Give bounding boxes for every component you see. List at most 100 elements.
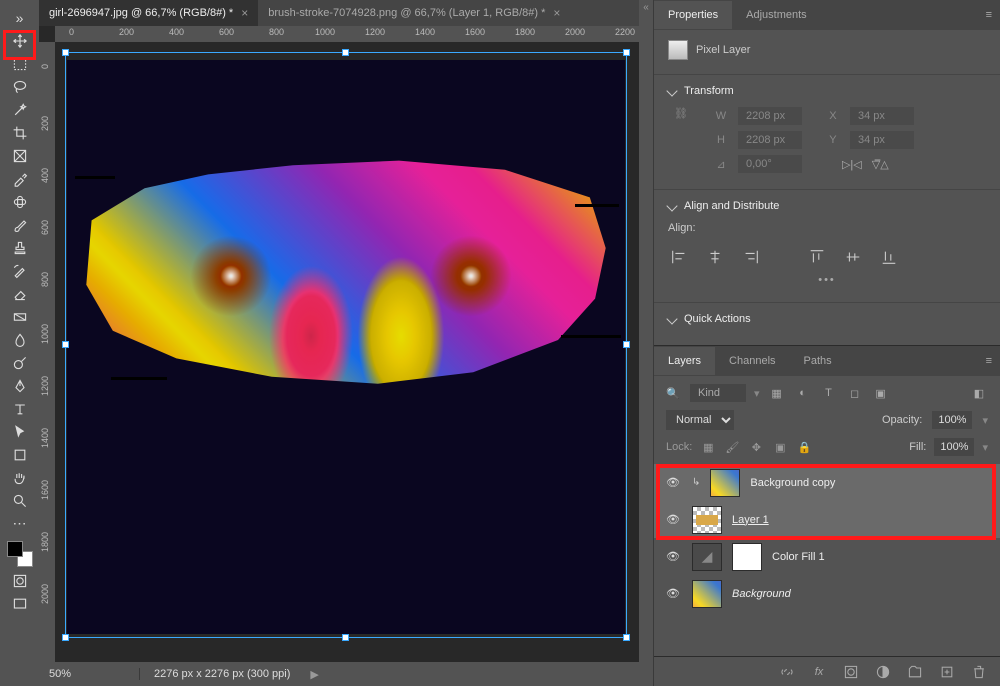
- width-value[interactable]: 2208 px: [738, 107, 802, 125]
- filter-smart-icon[interactable]: ▣: [872, 384, 890, 402]
- section-header[interactable]: Transform: [668, 85, 986, 97]
- section-header[interactable]: Align and Distribute: [668, 200, 986, 212]
- align-vcenter-icon[interactable]: [842, 246, 864, 268]
- dodge-tool[interactable]: [5, 351, 35, 374]
- filter-toggle[interactable]: ◧: [970, 384, 988, 402]
- layer-name[interactable]: Layer 1: [732, 514, 769, 526]
- align-hcenter-icon[interactable]: [704, 246, 726, 268]
- adjustment-icon[interactable]: [874, 663, 892, 681]
- blur-tool[interactable]: [5, 328, 35, 351]
- layer-row[interactable]: 👁 Background: [654, 575, 1000, 612]
- wand-tool[interactable]: [5, 98, 35, 121]
- transform-handle[interactable]: [62, 634, 69, 641]
- layer-row[interactable]: 👁 Layer 1: [654, 501, 1000, 538]
- tab-paths[interactable]: Paths: [790, 347, 846, 375]
- document-tab-active[interactable]: girl-2696947.jpg @ 66,7% (RGB/8#) * ×: [39, 0, 258, 26]
- trash-icon[interactable]: [970, 663, 988, 681]
- hand-tool[interactable]: [5, 466, 35, 489]
- type-tool[interactable]: [5, 397, 35, 420]
- blend-mode-select[interactable]: Normal: [666, 410, 734, 430]
- visibility-icon[interactable]: 👁: [666, 476, 682, 489]
- lock-artboard-icon[interactable]: ▣: [772, 439, 788, 455]
- lock-paint-icon[interactable]: 🖌: [724, 439, 740, 455]
- collapse-icon[interactable]: «: [639, 0, 653, 13]
- filter-shape-icon[interactable]: ◻: [846, 384, 864, 402]
- foreground-background-colors[interactable]: [5, 539, 35, 569]
- filter-adjust-icon[interactable]: ◐: [794, 384, 812, 402]
- link-icon[interactable]: ⛓: [668, 107, 694, 120]
- zoom-tool[interactable]: [5, 489, 35, 512]
- filter-kind[interactable]: Kind: [690, 384, 746, 402]
- tab-adjustments[interactable]: Adjustments: [732, 1, 821, 29]
- section-header[interactable]: Quick Actions: [668, 313, 986, 325]
- visibility-icon[interactable]: 👁: [666, 587, 682, 600]
- brush-tool[interactable]: [5, 213, 35, 236]
- layer-name[interactable]: Background: [732, 588, 791, 600]
- angle-value[interactable]: 0,00°: [738, 155, 802, 173]
- screenmode-icon[interactable]: [5, 592, 35, 615]
- fill-value[interactable]: 100%: [934, 438, 974, 456]
- layer-thumbnail[interactable]: [710, 469, 740, 497]
- tab-properties[interactable]: Properties: [654, 1, 732, 29]
- layer-thumbnail[interactable]: [692, 506, 722, 534]
- lock-move-icon[interactable]: ✥: [748, 439, 764, 455]
- eyedropper-tool[interactable]: [5, 167, 35, 190]
- more-tools-icon[interactable]: ⋯: [5, 512, 35, 535]
- tab-channels[interactable]: Channels: [715, 347, 789, 375]
- filter-pixel-icon[interactable]: ▦: [768, 384, 786, 402]
- group-icon[interactable]: [906, 663, 924, 681]
- frame-tool[interactable]: [5, 144, 35, 167]
- layer-thumbnail[interactable]: [692, 580, 722, 608]
- eraser-tool[interactable]: [5, 282, 35, 305]
- lasso-tool[interactable]: [5, 75, 35, 98]
- move-tool[interactable]: [5, 29, 35, 52]
- visibility-icon[interactable]: 👁: [666, 550, 682, 563]
- close-icon[interactable]: ×: [553, 6, 560, 20]
- close-icon[interactable]: ×: [241, 6, 248, 20]
- panel-menu-icon[interactable]: ≡: [978, 9, 1000, 21]
- align-top-icon[interactable]: [806, 246, 828, 268]
- expand-icon[interactable]: »: [5, 6, 35, 29]
- filter-type-icon[interactable]: T: [820, 384, 838, 402]
- transform-handle[interactable]: [342, 634, 349, 641]
- shape-tool[interactable]: [5, 443, 35, 466]
- more-icon[interactable]: •••: [668, 268, 986, 292]
- lock-all-icon[interactable]: 🔒: [796, 439, 812, 455]
- link-layers-icon[interactable]: [778, 663, 796, 681]
- flip-vertical-icon[interactable]: ▽̅△: [872, 158, 889, 171]
- layer-name[interactable]: Background copy: [750, 477, 835, 489]
- align-bottom-icon[interactable]: [878, 246, 900, 268]
- opacity-value[interactable]: 100%: [932, 411, 972, 429]
- align-right-icon[interactable]: [740, 246, 762, 268]
- transform-bounding-box[interactable]: [65, 52, 627, 638]
- path-select-tool[interactable]: [5, 420, 35, 443]
- new-layer-icon[interactable]: [938, 663, 956, 681]
- flip-horizontal-icon[interactable]: ▷|◁: [842, 158, 862, 171]
- visibility-icon[interactable]: 👁: [666, 513, 682, 526]
- stamp-tool[interactable]: [5, 236, 35, 259]
- height-value[interactable]: 2208 px: [738, 131, 802, 149]
- document-tab[interactable]: brush-stroke-7074928.png @ 66,7% (Layer …: [258, 0, 570, 26]
- chevron-right-icon[interactable]: ▶: [310, 668, 318, 681]
- transform-handle[interactable]: [62, 49, 69, 56]
- history-brush-tool[interactable]: [5, 259, 35, 282]
- x-value[interactable]: 34 px: [850, 107, 914, 125]
- quickmask-icon[interactable]: [5, 569, 35, 592]
- transform-handle[interactable]: [623, 49, 630, 56]
- transform-handle[interactable]: [623, 341, 630, 348]
- transform-handle[interactable]: [62, 341, 69, 348]
- mask-icon[interactable]: [842, 663, 860, 681]
- pen-tool[interactable]: [5, 374, 35, 397]
- gradient-tool[interactable]: [5, 305, 35, 328]
- lock-transparent-icon[interactable]: ▦: [700, 439, 716, 455]
- transform-handle[interactable]: [342, 49, 349, 56]
- tab-layers[interactable]: Layers: [654, 347, 715, 375]
- mask-thumbnail[interactable]: [732, 543, 762, 571]
- align-left-icon[interactable]: [668, 246, 690, 268]
- crop-tool[interactable]: [5, 121, 35, 144]
- search-icon[interactable]: 🔍: [666, 387, 682, 400]
- layer-row[interactable]: 👁 ↳ Background copy: [654, 464, 1000, 501]
- y-value[interactable]: 34 px: [850, 131, 914, 149]
- transform-handle[interactable]: [623, 634, 630, 641]
- fx-icon[interactable]: fx: [810, 663, 828, 681]
